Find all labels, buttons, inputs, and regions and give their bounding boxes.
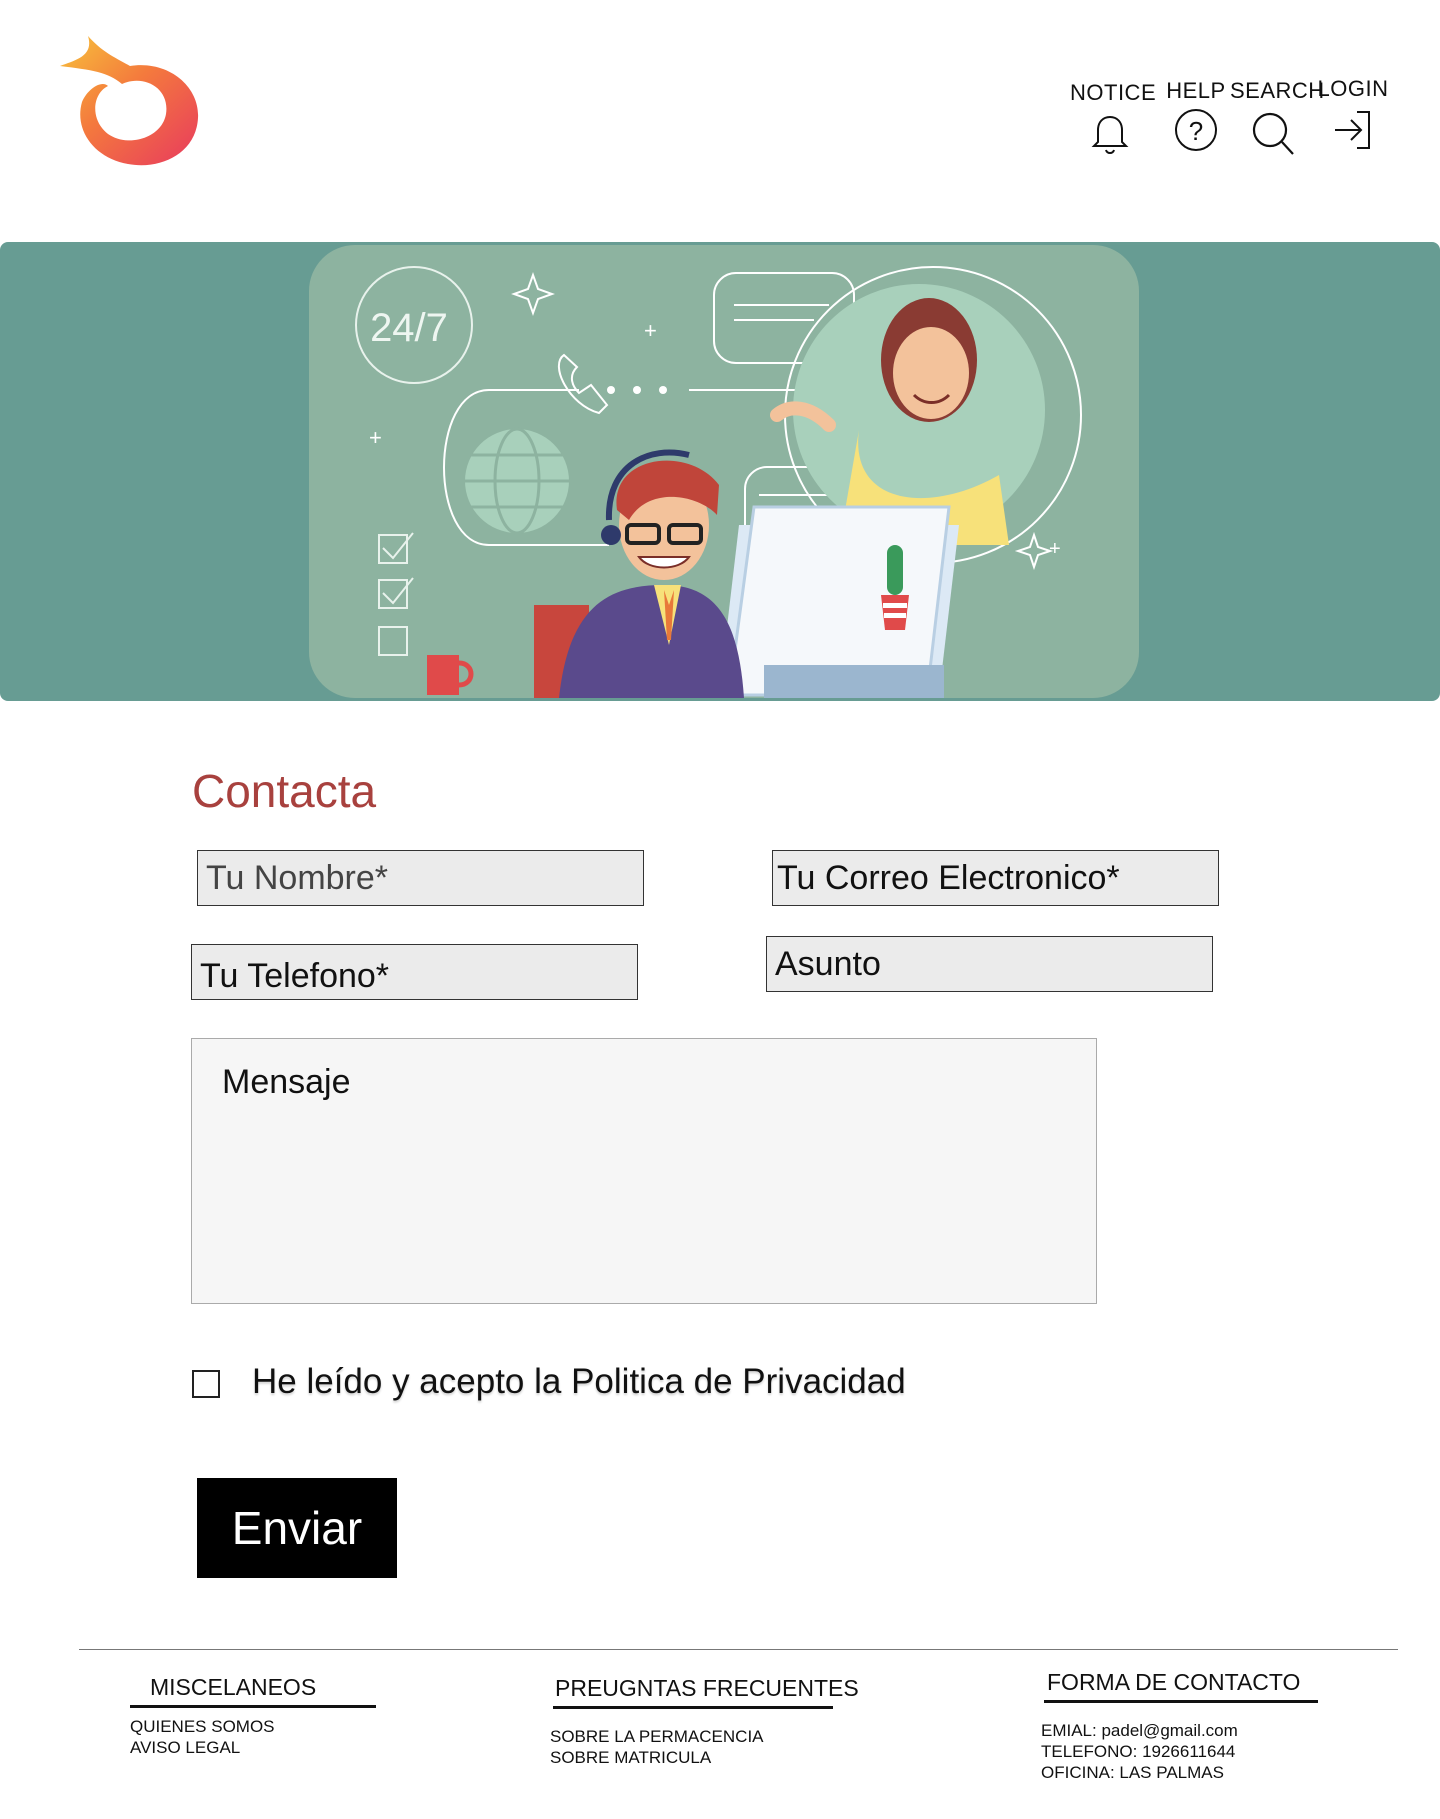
page-title: Contacta bbox=[192, 765, 377, 817]
bell-icon bbox=[1091, 115, 1129, 154]
privacy-checkbox[interactable] bbox=[192, 1370, 220, 1398]
hero-illustration: 24/7 + + + bbox=[309, 245, 1139, 698]
nav-search[interactable]: SEARCH bbox=[1230, 78, 1325, 156]
footer-link-permanencia[interactable]: SOBRE LA PERMACENCIA bbox=[550, 1726, 764, 1747]
search-icon bbox=[1252, 112, 1294, 155]
nav-login-label: LOGIN bbox=[1317, 76, 1389, 101]
svg-text:+: + bbox=[1049, 538, 1061, 560]
footer-divider bbox=[79, 1649, 1398, 1650]
privacy-label: He leído y acepto la Politica de Privaci… bbox=[252, 1362, 906, 1401]
footer-link-matricula[interactable]: SOBRE MATRICULA bbox=[550, 1747, 711, 1768]
customer-support-illustration: 24/7 + + + bbox=[355, 266, 1082, 698]
footer-link-about[interactable]: QUIENES SOMOS bbox=[130, 1716, 275, 1737]
footer-heading-faq: PREUGNTAS FRECUENTES bbox=[555, 1675, 859, 1701]
email-field[interactable]: Tu Correo Electronico* bbox=[772, 850, 1219, 906]
footer-underline-misc bbox=[130, 1705, 376, 1708]
svg-text:?: ? bbox=[1189, 116, 1203, 146]
footer-heading-misc: MISCELANEOS bbox=[150, 1674, 317, 1700]
footer-underline-faq bbox=[553, 1706, 833, 1709]
hero-badge-text: 24/7 bbox=[370, 306, 448, 350]
name-field[interactable]: Tu Nombre* bbox=[197, 850, 644, 906]
message-field[interactable]: Mensaje bbox=[191, 1038, 1097, 1304]
footer-contact-email: EMIAL: padel@gmail.com bbox=[1041, 1721, 1238, 1740]
submit-button[interactable]: Enviar bbox=[197, 1478, 397, 1578]
footer-contact-phone: TELEFONO: 1926611644 bbox=[1041, 1742, 1236, 1761]
nav-login[interactable]: LOGIN bbox=[1316, 76, 1390, 154]
svg-text:+: + bbox=[644, 318, 657, 343]
footer-heading-contact: FORMA DE CONTACTO bbox=[1047, 1669, 1301, 1695]
login-icon bbox=[1335, 111, 1370, 149]
footer-link-legal[interactable]: AVISO LEGAL bbox=[130, 1737, 240, 1758]
footer-contact-office: OFICINA: LAS PALMAS bbox=[1041, 1763, 1224, 1782]
footer-underline-contact bbox=[1044, 1700, 1318, 1703]
help-circle-icon: ? bbox=[1175, 109, 1217, 151]
nav-help[interactable]: HELP ? bbox=[1158, 78, 1234, 156]
flame-logo-icon bbox=[60, 36, 199, 166]
nav-help-label: HELP bbox=[1166, 78, 1226, 103]
svg-text:+: + bbox=[369, 425, 382, 450]
nav-notice[interactable]: NOTICE bbox=[1070, 80, 1157, 156]
phone-field[interactable]: Tu Telefono* bbox=[191, 944, 638, 1000]
brand-logo[interactable] bbox=[50, 30, 210, 170]
nav-search-label: SEARCH bbox=[1230, 78, 1325, 103]
nav-notice-label: NOTICE bbox=[1070, 80, 1157, 105]
subject-field[interactable]: Asunto bbox=[766, 936, 1213, 992]
